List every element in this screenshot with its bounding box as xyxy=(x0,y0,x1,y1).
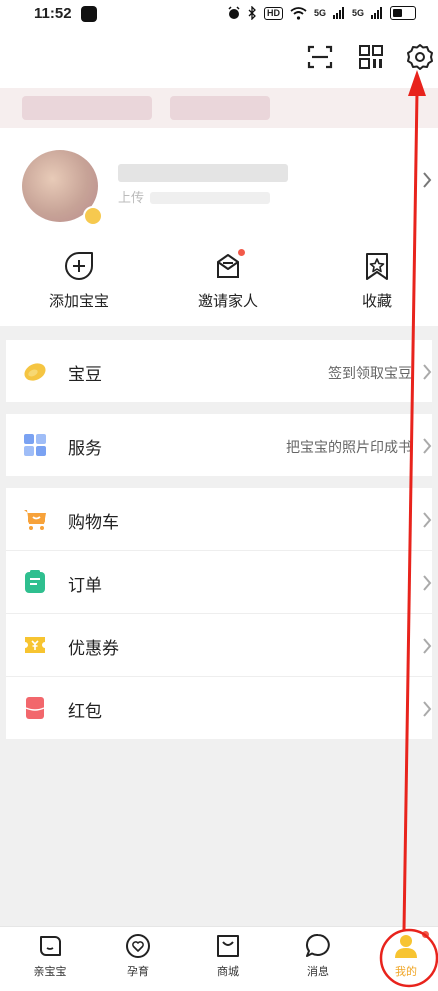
notification-dot xyxy=(238,249,245,256)
heart-circle-icon xyxy=(126,934,150,958)
signal-2-label: 5G xyxy=(351,8,364,18)
coupon-row[interactable]: 优惠券 xyxy=(6,614,432,677)
status-time: 11:52 xyxy=(34,5,72,22)
bookmark-star-icon xyxy=(366,253,388,280)
chevron-right-icon xyxy=(423,638,432,654)
favorites-button[interactable]: 收藏 xyxy=(327,250,427,311)
bluetooth-icon xyxy=(248,6,256,20)
coupon-title: 优惠券 xyxy=(68,639,119,658)
invite-family-button[interactable]: 邀请家人 xyxy=(178,249,278,311)
status-icons: HD 5G 5G xyxy=(227,6,416,20)
cart-title: 购物车 xyxy=(68,513,119,532)
upload-hint: 上传 xyxy=(118,190,145,205)
tab-mall[interactable]: 商城 xyxy=(198,933,258,979)
hd-badge: HD xyxy=(263,6,283,20)
red-envelope-row[interactable]: 红包 xyxy=(6,677,432,739)
blurred-banner-text xyxy=(170,96,270,120)
vip-badge-icon xyxy=(83,206,103,226)
tab-messages-label: 消息 xyxy=(307,966,329,978)
signal-1-label: 5G xyxy=(313,8,326,18)
tab-mall-label: 商城 xyxy=(217,966,239,978)
blurred-username xyxy=(118,164,288,182)
battery-icon xyxy=(390,6,416,20)
chevron-right-icon xyxy=(423,438,432,454)
tab-messages[interactable]: 消息 xyxy=(288,933,348,979)
bottom-nav: 亲宝宝 孕育 商城 消息 我的 xyxy=(0,926,438,991)
tab-pregnancy[interactable]: 孕育 xyxy=(108,933,168,979)
bean-icon xyxy=(24,363,46,381)
scan-icon[interactable] xyxy=(306,43,334,71)
cart-icon xyxy=(24,510,46,530)
qr-code-icon[interactable] xyxy=(357,43,385,71)
grid-icon xyxy=(24,434,46,456)
profile-card[interactable]: 上传 xyxy=(0,128,438,232)
service-subtitle: 把宝宝的照片印成书 xyxy=(286,439,412,455)
notification-dot xyxy=(422,931,429,938)
alarm-icon xyxy=(228,6,240,19)
service-title: 服务 xyxy=(68,439,102,458)
chevron-right-icon xyxy=(423,575,432,591)
wifi-icon xyxy=(290,6,307,20)
tab-me-label: 我的 xyxy=(395,966,417,978)
add-baby-icon xyxy=(65,252,93,280)
tab-me[interactable]: 我的 xyxy=(376,931,436,979)
settings-gear-icon[interactable] xyxy=(406,43,434,71)
chat-bubble-icon xyxy=(306,933,330,957)
shopping-card: 购物车 订单 优惠券 红包 xyxy=(6,488,432,739)
blurred-banner-text xyxy=(22,96,152,120)
order-icon xyxy=(25,570,45,593)
signal-1-icon xyxy=(332,7,344,19)
header-bar xyxy=(0,28,438,88)
tab-home[interactable]: 亲宝宝 xyxy=(20,933,80,979)
add-baby-button[interactable]: 添加宝宝 xyxy=(29,250,129,311)
red-envelope-title: 红包 xyxy=(68,702,102,721)
chevron-right-icon xyxy=(423,172,432,188)
red-envelope-icon xyxy=(25,697,45,719)
service-row[interactable]: 服务 把宝宝的照片印成书 xyxy=(6,414,432,476)
chevron-right-icon xyxy=(423,364,432,380)
baodou-card: 宝豆 签到领取宝豆 xyxy=(6,340,432,402)
tab-pregnancy-label: 孕育 xyxy=(127,966,149,978)
quick-actions: 添加宝宝 邀请家人 收藏 xyxy=(0,232,438,326)
tab-home-label: 亲宝宝 xyxy=(33,966,67,978)
order-row[interactable]: 订单 xyxy=(6,551,432,614)
baodou-row[interactable]: 宝豆 签到领取宝豆 xyxy=(6,340,432,402)
favorites-label: 收藏 xyxy=(361,293,392,310)
home-leaf-icon xyxy=(40,936,61,956)
notice-banner[interactable] xyxy=(0,88,438,128)
status-bar: 11:52 HD 5G 5G xyxy=(0,0,438,28)
shopping-bag-icon xyxy=(217,935,239,957)
signal-2-icon xyxy=(371,7,382,19)
baodou-subtitle: 签到领取宝豆 xyxy=(328,365,412,381)
coupon-icon xyxy=(25,637,45,653)
service-card: 服务 把宝宝的照片印成书 xyxy=(6,414,432,476)
person-icon xyxy=(395,935,417,958)
baodou-title: 宝豆 xyxy=(68,365,102,384)
chevron-right-icon xyxy=(423,512,432,528)
invite-family-label: 邀请家人 xyxy=(197,293,258,310)
add-baby-label: 添加宝宝 xyxy=(48,293,109,310)
chevron-right-icon xyxy=(423,701,432,717)
order-title: 订单 xyxy=(68,576,102,595)
blurred-subtitle xyxy=(150,192,270,204)
notification-app-icon xyxy=(81,6,97,22)
cart-row[interactable]: 购物车 xyxy=(6,488,432,551)
